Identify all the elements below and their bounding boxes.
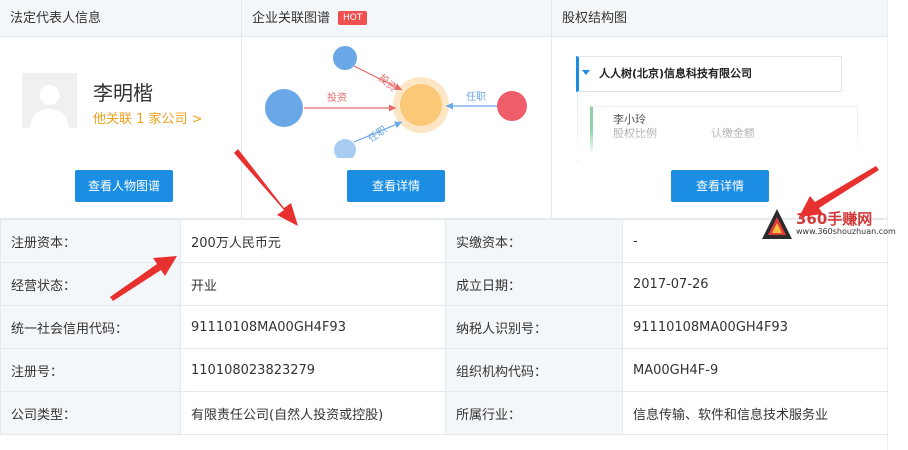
annotation-arrow [110, 256, 177, 301]
annotation-arrows [110, 149, 879, 301]
annotation-arrow [799, 166, 879, 217]
annotation-arrow [234, 149, 298, 226]
